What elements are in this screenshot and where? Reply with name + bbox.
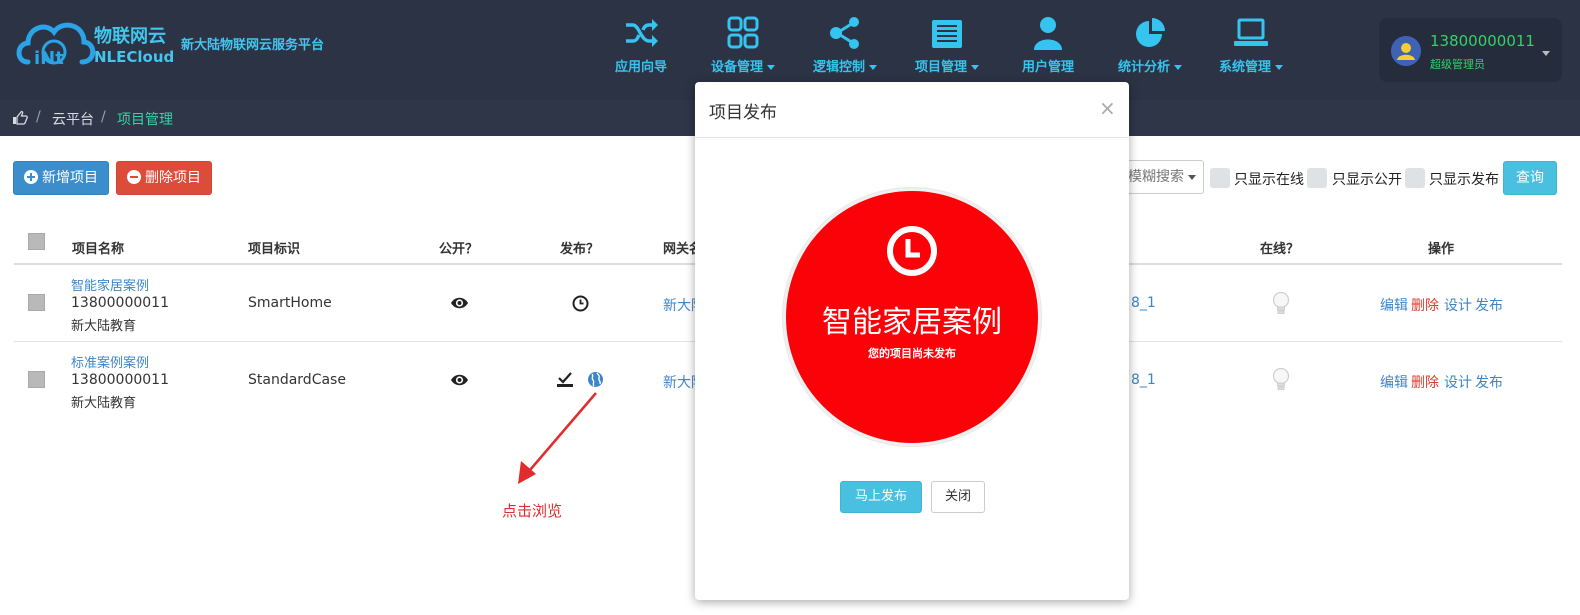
annotation-text: 点击浏览 <box>502 502 563 520</box>
publish-now-button[interactable]: 马上发布 <box>840 481 922 513</box>
modal-title: 项目发布 <box>709 103 777 123</box>
badge-project-name: 智能家居案例 <box>822 305 1002 340</box>
publish-project-modal: 项目发布 × 智能家居案例 您的项目尚未发布 马上发布 关闭 <box>695 82 1129 600</box>
clock-icon <box>887 226 937 276</box>
badge-status-text: 您的项目尚未发布 <box>868 347 956 360</box>
project-status-badge: 智能家居案例 您的项目尚未发布 <box>783 188 1041 446</box>
close-icon[interactable]: × <box>1099 96 1116 120</box>
modal-header: 项目发布 × <box>695 82 1129 138</box>
annotation-arrow <box>529 392 597 471</box>
close-button[interactable]: 关闭 <box>931 481 985 513</box>
